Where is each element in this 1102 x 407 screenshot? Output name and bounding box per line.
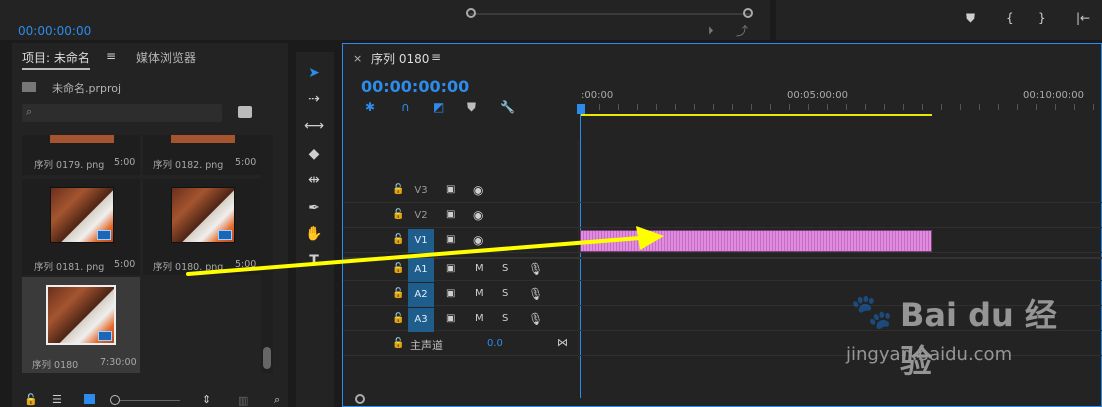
watermark-url: jingyan.baidu.com <box>846 344 1013 365</box>
paw-logo-icon: 🐾 <box>850 292 894 332</box>
baidu-watermark: 🐾 Bai du 经验 jingyan.baidu.com <box>840 284 1060 380</box>
premiere-window: 00:00:00:00 ⏵ ⤴ ⛊ { } |← 项目: 未命名 ≡ 媒体浏览器… <box>0 0 1102 407</box>
watermark-brand: Bai du 经验 <box>900 296 1057 380</box>
